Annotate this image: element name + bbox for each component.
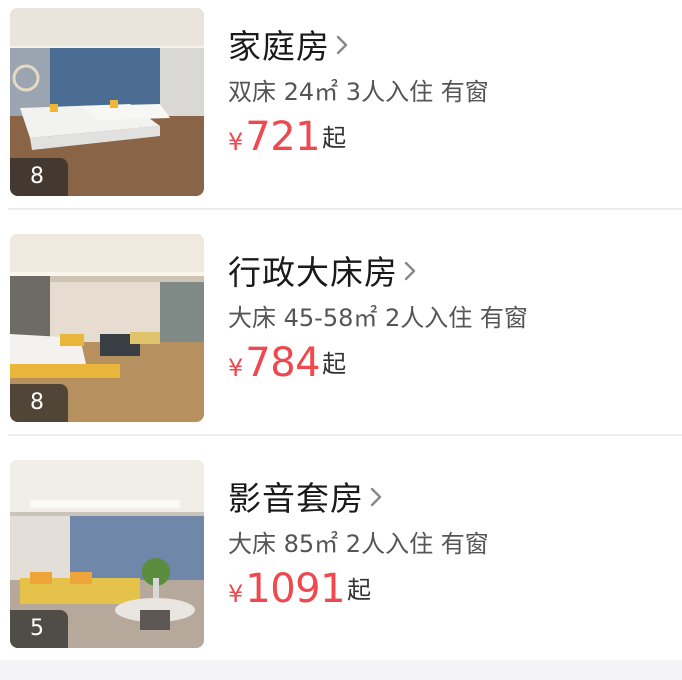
price-suffix: 起: [322, 124, 347, 152]
divider: [8, 434, 682, 436]
room-attributes: 大床 85㎡ 2人入住 有窗: [228, 530, 489, 558]
room-name: 影音套房: [228, 479, 364, 518]
price-row: ¥ 1091 起: [228, 566, 672, 612]
photo-count-badge: 5: [10, 610, 68, 648]
currency-symbol: ¥: [228, 580, 244, 608]
room-info: 行政大床房 大床 45-58㎡ 2人入住 有窗 ¥ 784 起: [228, 248, 672, 386]
room-name: 行政大床房: [228, 253, 398, 292]
room-card-family[interactable]: 8 家庭房 双床 24㎡ 3人入住 有窗 ¥ 721 起: [0, 0, 682, 226]
list-bottom-spacer: [0, 660, 682, 680]
room-title-row[interactable]: 家庭房: [228, 22, 672, 66]
room-list: 8 家庭房 双床 24㎡ 3人入住 有窗 ¥ 721 起 8 行政大床房 大床 …: [0, 0, 682, 680]
room-price: 1091: [245, 566, 346, 612]
currency-symbol: ¥: [228, 128, 244, 156]
room-price: 721: [245, 114, 321, 160]
room-attributes: 大床 45-58㎡ 2人入住 有窗: [228, 304, 528, 332]
price-suffix: 起: [322, 350, 347, 378]
room-photo[interactable]: 8: [10, 234, 204, 422]
room-card-media-suite[interactable]: 5 影音套房 大床 85㎡ 2人入住 有窗 ¥ 1091 起: [0, 452, 682, 678]
room-photo[interactable]: 5: [10, 460, 204, 648]
room-attributes: 双床 24㎡ 3人入住 有窗: [228, 78, 489, 106]
room-card-executive-king[interactable]: 8 行政大床房 大床 45-58㎡ 2人入住 有窗 ¥ 784 起: [0, 226, 682, 452]
currency-symbol: ¥: [228, 354, 244, 382]
chevron-right-icon: [404, 261, 416, 281]
room-title-row[interactable]: 行政大床房: [228, 248, 672, 292]
room-name: 家庭房: [228, 27, 330, 66]
photo-count-badge: 8: [10, 158, 68, 196]
price-suffix: 起: [347, 576, 372, 604]
room-info: 影音套房 大床 85㎡ 2人入住 有窗 ¥ 1091 起: [228, 474, 672, 612]
room-title-row[interactable]: 影音套房: [228, 474, 672, 518]
price-row: ¥ 721 起: [228, 114, 672, 160]
chevron-right-icon: [370, 487, 382, 507]
room-price: 784: [245, 340, 321, 386]
chevron-right-icon: [336, 35, 348, 55]
photo-count-badge: 8: [10, 384, 68, 422]
divider: [8, 208, 682, 210]
price-row: ¥ 784 起: [228, 340, 672, 386]
room-photo[interactable]: 8: [10, 8, 204, 196]
room-info: 家庭房 双床 24㎡ 3人入住 有窗 ¥ 721 起: [228, 22, 672, 160]
